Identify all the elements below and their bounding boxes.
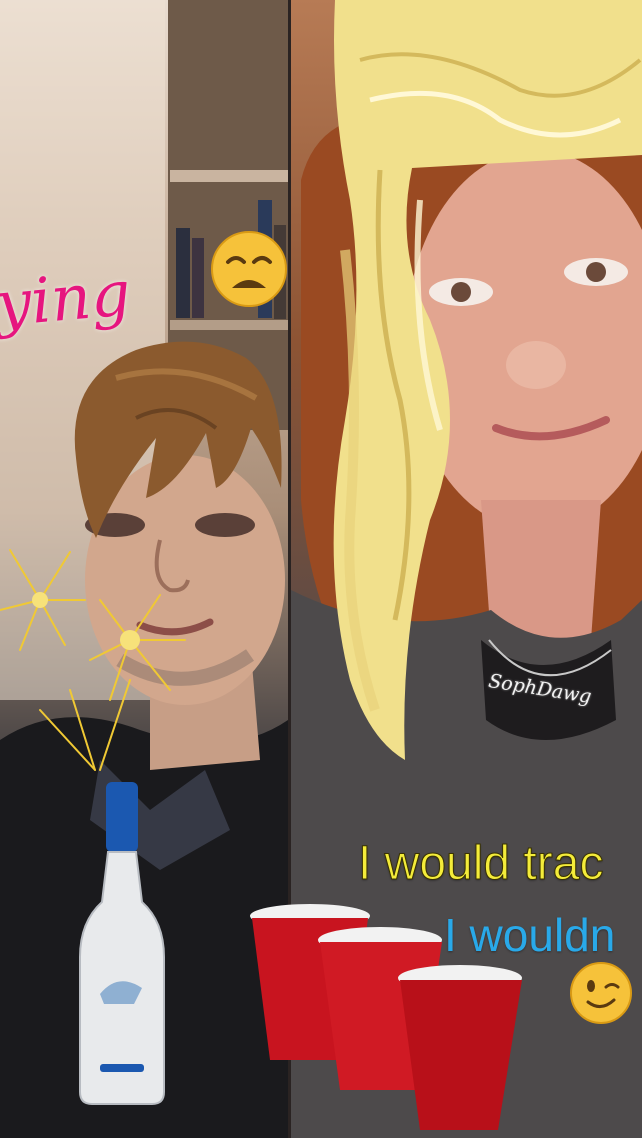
caption-yellow-text: I would trac [357, 837, 604, 891]
brown-hair-wig-icon [74, 341, 282, 538]
caption-blue-text: I wouldn [444, 909, 616, 961]
fireworks-icon [0, 549, 186, 771]
weary-face-emoji-icon [211, 231, 287, 307]
winking-face-emoji-icon [570, 962, 632, 1024]
vodka-bottle-icon [79, 782, 165, 1105]
crying-sticker-text: ying [0, 256, 134, 341]
snap-photo: ying SophDawg I would trac I wouldn [0, 0, 642, 1138]
